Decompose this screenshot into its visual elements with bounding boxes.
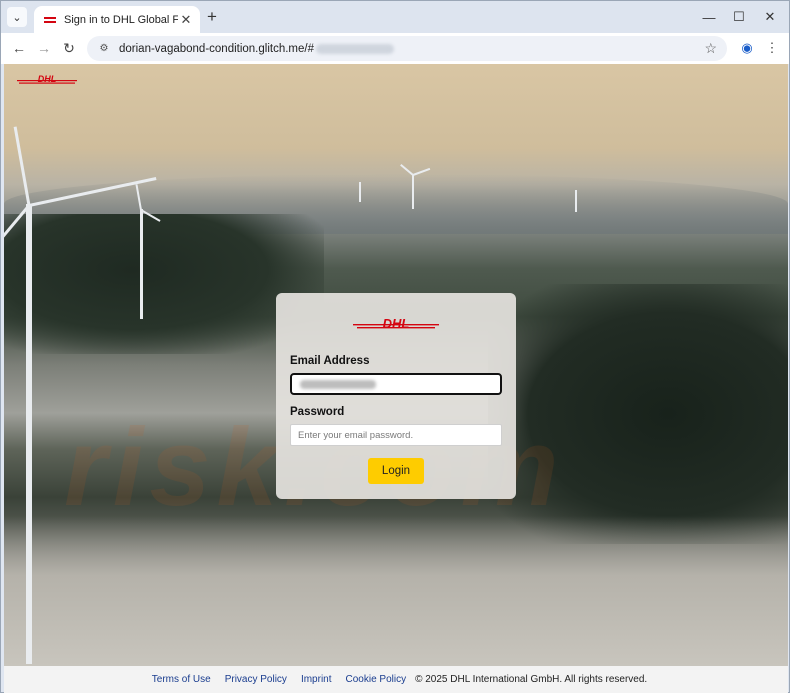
tab-title: Sign in to DHL Global Forwardi [64,13,178,26]
dhl-favicon-icon [44,16,56,24]
kebab-menu-icon[interactable]: ⋮ [762,38,782,58]
close-window-icon[interactable]: ✕ [758,7,782,27]
star-icon[interactable]: ☆ [704,40,717,57]
profile-icon[interactable]: ◉ [737,38,757,58]
dhl-logo: DHL [353,317,439,331]
wind-turbine [26,204,32,664]
close-icon[interactable]: ✕ [178,12,194,28]
url-text: dorian-vagabond-condition.glitch.me/# [119,42,314,55]
browser-window: ⌄ Sign in to DHL Global Forwardi ✕ + — ☐… [0,0,790,693]
wind-turbine [140,209,143,319]
reload-icon[interactable]: ↻ [59,38,79,58]
svg-text:DHL: DHL [383,317,410,331]
tab-strip: ⌄ Sign in to DHL Global Forwardi ✕ + — ☐… [1,1,789,33]
tab-active[interactable]: Sign in to DHL Global Forwardi ✕ [34,6,200,33]
password-label: Password [290,406,345,418]
wind-turbine [575,190,577,212]
browser-toolbar: ← → ↻ ⚙ dorian-vagabond-condition.glitch… [1,33,789,64]
plus-icon[interactable]: + [203,7,221,26]
email-label: Email Address [290,355,370,367]
footer-link-terms[interactable]: Terms of Use [152,674,211,685]
arrow-left-icon[interactable]: ← [9,38,29,58]
background-snow-field [4,516,788,666]
email-field[interactable] [290,373,502,395]
login-card: DHL Email Address Password Login [276,293,516,499]
wind-turbine [412,174,414,209]
redacted-email-value [300,380,376,389]
svg-text:DHL: DHL [38,74,57,84]
chevron-down-icon[interactable]: ⌄ [7,7,27,27]
arrow-right-icon[interactable]: → [34,38,54,58]
wind-turbine [359,182,361,202]
minimize-icon[interactable]: — [697,7,721,27]
maximize-icon[interactable]: ☐ [727,7,751,27]
page-background: risk.com DHL DHL Email Address Password … [4,64,788,666]
login-button[interactable]: Login [368,458,424,484]
footer-link-imprint[interactable]: Imprint [301,674,332,685]
address-bar[interactable]: ⚙ dorian-vagabond-condition.glitch.me/# … [87,36,727,61]
footer-link-privacy[interactable]: Privacy Policy [225,674,287,685]
dhl-logo: DHL [17,74,77,84]
tune-icon[interactable]: ⚙ [97,42,111,56]
footer-link-cookie[interactable]: Cookie Policy [346,674,407,685]
footer-copyright: © 2025 DHL International GmbH. All right… [415,674,648,685]
page-footer: Terms of Use Privacy Policy Imprint Cook… [4,666,788,693]
redacted-url-fragment [315,43,394,54]
password-field[interactable] [290,424,502,446]
